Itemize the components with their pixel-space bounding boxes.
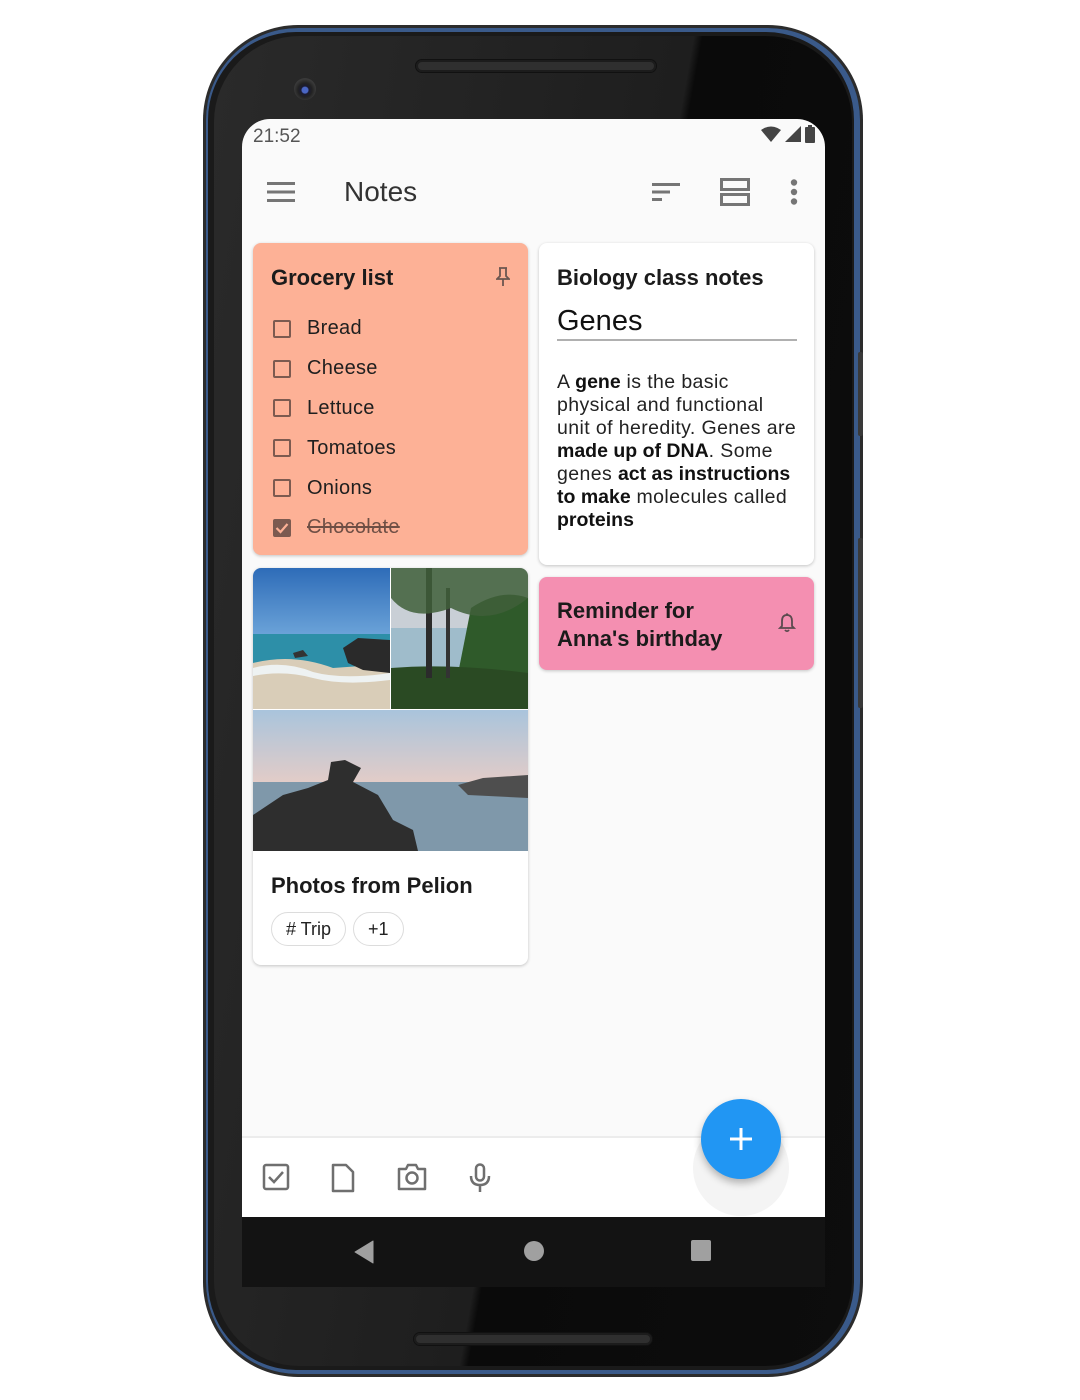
note-body-segment: molecules called xyxy=(630,486,788,508)
checkbox-checked[interactable] xyxy=(273,518,291,537)
cellular-icon xyxy=(785,126,801,142)
checklist-item[interactable]: Tomatoes xyxy=(273,428,400,468)
checklist: Bread Cheese Lettuce Tomatoes Onions Cho… xyxy=(273,309,400,548)
new-audio-note-icon[interactable] xyxy=(469,1163,491,1193)
checkbox[interactable] xyxy=(273,359,291,378)
recents-icon xyxy=(691,1240,711,1261)
check-icon xyxy=(275,523,289,534)
checkbox[interactable] xyxy=(273,319,291,338)
checklist-item-label: Tomatoes xyxy=(307,436,397,459)
note-title: Biology class notes xyxy=(557,265,764,290)
wifi-icon xyxy=(761,126,781,142)
checklist-item-label: Onions xyxy=(307,476,373,499)
new-checklist-icon[interactable] xyxy=(262,1163,290,1191)
recents-button[interactable] xyxy=(691,1240,711,1267)
system-navigation-bar xyxy=(242,1217,825,1287)
checklist-item[interactable]: Onions xyxy=(273,468,400,508)
checkbox[interactable] xyxy=(273,399,291,418)
checklist-item[interactable]: Lettuce xyxy=(273,389,400,429)
earpiece-speaker xyxy=(415,59,657,73)
sort-icon xyxy=(652,183,680,201)
plus-icon xyxy=(730,1128,752,1150)
app-screen: 21:52 Notes Grocery list Bread Cheese Le… xyxy=(242,119,825,1217)
app-bar: Notes xyxy=(242,159,825,225)
new-photo-note-icon[interactable] xyxy=(397,1163,427,1191)
checklist-item-label: Bread xyxy=(307,317,362,340)
bottom-speaker xyxy=(413,1332,653,1346)
home-icon xyxy=(524,1241,544,1261)
checklist-item[interactable]: Cheese xyxy=(273,349,400,389)
front-camera xyxy=(294,78,316,100)
label-chips: # Trip +1 xyxy=(271,912,404,946)
page-title: Notes xyxy=(344,176,418,207)
battery-icon xyxy=(805,125,815,143)
photo-grid xyxy=(253,568,528,851)
menu-icon xyxy=(267,182,295,202)
note-body: A gene is the basic physical and functio… xyxy=(557,371,802,532)
checklist-item[interactable]: Bread xyxy=(273,309,400,349)
view-toggle-button[interactable] xyxy=(716,175,754,209)
note-title: Grocery list xyxy=(271,265,394,290)
status-time: 21:52 xyxy=(253,126,301,147)
status-bar: 21:52 xyxy=(242,119,825,155)
note-card-grocery-list[interactable]: Grocery list Bread Cheese Lettuce Tomato… xyxy=(253,243,528,555)
note-heading: Genes xyxy=(557,305,797,341)
volume-button xyxy=(858,538,863,708)
note-body-bold-segment: gene xyxy=(575,371,621,393)
checklist-item-label: Lettuce xyxy=(307,396,375,419)
note-card-photos[interactable]: Photos from Pelion # Trip +1 xyxy=(253,568,528,965)
checkbox[interactable] xyxy=(273,439,291,458)
forest-coast-photo xyxy=(391,568,528,709)
back-button[interactable] xyxy=(354,1240,374,1269)
more-options-button[interactable] xyxy=(782,175,806,209)
beach-photo xyxy=(253,568,390,709)
note-title: Photos from Pelion xyxy=(271,873,473,898)
checkbox[interactable] xyxy=(273,479,291,498)
checklist-item-label: Cheese xyxy=(307,357,378,380)
pin-icon[interactable] xyxy=(494,267,512,292)
view-toggle-icon xyxy=(720,178,750,206)
note-body-segment: A xyxy=(557,371,576,393)
back-icon xyxy=(354,1240,374,1264)
home-button[interactable] xyxy=(523,1240,545,1267)
more-vert-icon xyxy=(790,179,798,205)
add-note-fab[interactable] xyxy=(701,1099,781,1179)
note-title: Reminder for Anna's birthday xyxy=(557,598,723,651)
checklist-item[interactable]: Chocolate xyxy=(273,508,400,548)
sort-button[interactable] xyxy=(646,177,686,207)
note-body-bold-segment: made up of DNA xyxy=(557,440,709,462)
more-labels-chip[interactable]: +1 xyxy=(353,912,404,946)
note-body-bold-segment: proteins xyxy=(557,509,634,531)
rocky-sea-photo xyxy=(253,710,528,851)
label-chip-trip[interactable]: # Trip xyxy=(271,912,347,946)
note-card-reminder[interactable]: Reminder for Anna's birthday xyxy=(539,577,814,670)
menu-button[interactable] xyxy=(264,177,298,207)
power-button xyxy=(858,352,863,436)
checklist-item-label: Chocolate xyxy=(307,516,400,539)
bell-icon[interactable] xyxy=(777,613,797,638)
note-card-biology[interactable]: Biology class notes Genes A gene is the … xyxy=(539,243,814,565)
new-text-note-icon[interactable] xyxy=(331,1163,355,1193)
